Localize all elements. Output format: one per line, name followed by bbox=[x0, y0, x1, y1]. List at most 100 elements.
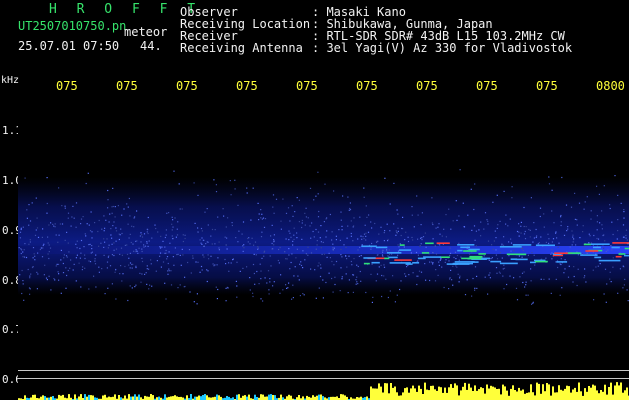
noise-speckle bbox=[383, 266, 386, 268]
signal-bar bbox=[244, 395, 246, 400]
noise-speckle bbox=[350, 220, 352, 222]
noise-speckle bbox=[603, 185, 605, 187]
noise-speckle bbox=[305, 216, 307, 218]
noise-speckle bbox=[206, 269, 208, 271]
noise-speckle bbox=[57, 271, 59, 273]
noise-speckle bbox=[53, 225, 55, 227]
noise-speckle bbox=[111, 206, 113, 208]
echo-streak bbox=[363, 262, 370, 265]
noise-speckle bbox=[443, 228, 445, 230]
noise-speckle bbox=[264, 218, 267, 220]
signal-bar bbox=[620, 382, 622, 400]
noise-speckle bbox=[291, 205, 293, 207]
noise-speckle bbox=[501, 244, 503, 246]
noise-speckle bbox=[242, 250, 244, 252]
noise-speckle bbox=[34, 259, 36, 261]
echo-streak bbox=[585, 250, 599, 252]
noise-speckle bbox=[496, 272, 498, 274]
noise-speckle bbox=[474, 289, 476, 291]
noise-speckle bbox=[113, 254, 115, 257]
noise-speckle bbox=[301, 222, 303, 224]
noise-speckle bbox=[46, 177, 48, 179]
noise-speckle bbox=[407, 236, 409, 238]
noise-speckle bbox=[285, 284, 287, 286]
noise-speckle bbox=[532, 241, 534, 243]
noise-speckle bbox=[258, 283, 260, 285]
signal-bar bbox=[80, 394, 82, 400]
noise-speckle bbox=[418, 270, 421, 272]
echo-streak bbox=[421, 252, 430, 254]
noise-speckle bbox=[50, 222, 52, 224]
noise-speckle bbox=[98, 219, 100, 222]
signal-bar bbox=[128, 394, 130, 400]
noise-speckle bbox=[78, 262, 80, 264]
noise-speckle bbox=[309, 225, 311, 227]
noise-speckle bbox=[271, 242, 273, 245]
noise-speckle bbox=[171, 229, 173, 231]
noise-speckle bbox=[420, 243, 422, 245]
signal-bar bbox=[474, 385, 476, 400]
signal-bar bbox=[336, 396, 338, 400]
noise-speckle bbox=[483, 255, 485, 257]
signal-bar bbox=[572, 389, 574, 400]
signal-bar bbox=[130, 396, 132, 400]
noise-speckle bbox=[179, 254, 181, 256]
noise-speckle bbox=[268, 289, 270, 291]
noise-speckle bbox=[437, 226, 439, 228]
noise-speckle bbox=[155, 270, 157, 272]
noise-speckle bbox=[317, 171, 319, 173]
noise-speckle bbox=[60, 249, 62, 251]
noise-speckle bbox=[210, 255, 212, 257]
signal-bar bbox=[626, 387, 628, 400]
noise-speckle bbox=[176, 254, 178, 256]
noise-speckle bbox=[148, 268, 150, 270]
noise-speckle bbox=[172, 256, 174, 258]
noise-speckle bbox=[317, 231, 320, 233]
noise-speckle bbox=[370, 248, 372, 250]
noise-speckle bbox=[411, 214, 413, 216]
noise-speckle bbox=[573, 266, 575, 268]
noise-speckle bbox=[84, 267, 86, 269]
noise-speckle bbox=[363, 233, 366, 235]
noise-speckle bbox=[178, 183, 180, 185]
noise-speckle bbox=[332, 247, 334, 249]
echo-streak bbox=[506, 253, 527, 256]
noise-speckle bbox=[207, 224, 209, 226]
noise-speckle bbox=[32, 257, 34, 259]
signal-bar bbox=[238, 394, 240, 400]
noise-speckle bbox=[548, 278, 550, 280]
echo-streak bbox=[515, 258, 528, 261]
noise-speckle bbox=[335, 239, 337, 241]
noise-speckle bbox=[298, 199, 300, 201]
noise-speckle bbox=[443, 286, 445, 289]
noise-speckle bbox=[104, 293, 106, 295]
noise-speckle bbox=[97, 230, 99, 233]
noise-speckle bbox=[310, 268, 312, 270]
signal-bar bbox=[312, 395, 314, 400]
noise-speckle bbox=[432, 263, 434, 265]
noise-speckle bbox=[147, 232, 149, 235]
noise-speckle bbox=[359, 216, 361, 218]
echo-band bbox=[18, 246, 629, 254]
noise-speckle bbox=[371, 242, 373, 245]
noise-speckle bbox=[98, 271, 100, 273]
noise-speckle bbox=[455, 265, 457, 267]
signal-bar bbox=[436, 390, 438, 400]
noise-speckle bbox=[140, 241, 142, 243]
noise-speckle bbox=[380, 226, 382, 228]
echo-streak bbox=[598, 259, 621, 262]
signal-bar bbox=[396, 392, 398, 400]
noise-speckle bbox=[341, 276, 343, 278]
noise-speckle bbox=[206, 208, 208, 210]
noise-speckle bbox=[112, 205, 114, 208]
noise-speckle bbox=[86, 223, 88, 225]
noise-speckle bbox=[317, 265, 319, 267]
noise-speckle bbox=[345, 273, 347, 275]
noise-speckle bbox=[325, 236, 327, 238]
app-title: H R O F F T bbox=[49, 2, 202, 17]
noise-speckle bbox=[172, 226, 174, 228]
noise-speckle bbox=[487, 223, 489, 225]
noise-speckle bbox=[319, 237, 321, 239]
noise-speckle bbox=[307, 217, 309, 219]
noise-speckle bbox=[452, 265, 454, 267]
